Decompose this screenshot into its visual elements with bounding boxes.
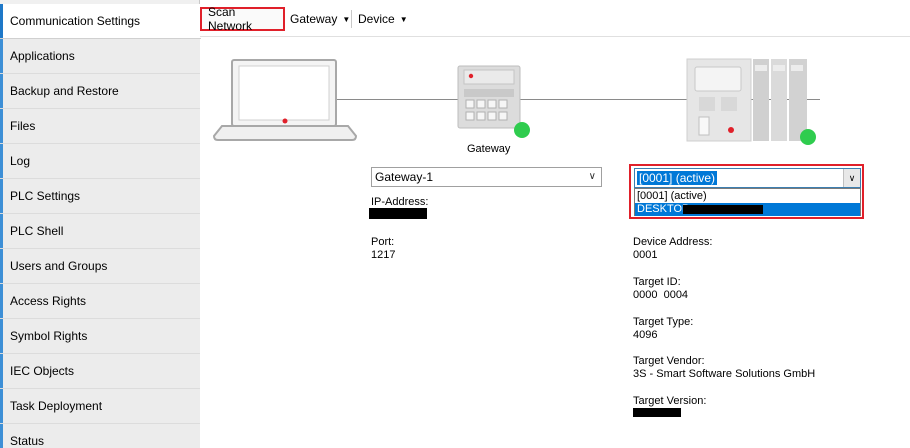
sidebar-item-label: Backup and Restore (10, 84, 119, 98)
sidebar-item-label: PLC Shell (10, 224, 64, 238)
caret-down-icon: ▼ (342, 14, 351, 24)
toolbar: Scan Network Gateway ▼ Device ▼ (200, 0, 910, 37)
sidebar-item-iec-objects[interactable]: IEC Objects (0, 354, 200, 389)
device-menu-button[interactable]: Device ▼ (352, 7, 414, 31)
sidebar-item-plc-shell[interactable]: PLC Shell (0, 214, 200, 249)
target-id-value: 0000 0004 (633, 289, 689, 301)
port-value: 1217 (371, 249, 396, 261)
sidebar-item-files[interactable]: Files (0, 109, 200, 144)
sidebar-item-label: Files (10, 119, 36, 133)
device-option-highlighted[interactable]: DESKTOP- (635, 203, 860, 216)
device-address-label: Device Address: (633, 236, 713, 248)
gateway-menu-button[interactable]: Gateway ▼ (284, 7, 356, 31)
gateway-device-icon (457, 65, 521, 129)
sidebar-item-users-and-groups[interactable]: Users and Groups (0, 249, 200, 284)
sidebar-item-label: Users and Groups (10, 259, 108, 273)
sidebar-item-access-rights[interactable]: Access Rights (0, 284, 200, 319)
sidebar-item-label: IEC Objects (10, 364, 75, 378)
redacted-target-version (633, 408, 681, 417)
sidebar-item-communication-settings[interactable]: Communication Settings (0, 4, 201, 39)
sidebar-item-backup-and-restore[interactable]: Backup and Restore (0, 74, 200, 109)
redacted-device-name (683, 205, 763, 214)
target-type-value: 4096 (633, 329, 658, 341)
caret-down-icon: ▼ (399, 14, 408, 24)
sidebar-item-symbol-rights[interactable]: Symbol Rights (0, 319, 200, 354)
sidebar-item-log[interactable]: Log (0, 144, 200, 179)
sidebar-item-label: Status (10, 434, 45, 448)
gateway-menu-label: Gateway (290, 12, 338, 26)
device-dropdown-highlight: [0001] (active) ∨ [0001] (active) DESKTO… (629, 164, 864, 219)
device-menu-label: Device (358, 12, 395, 26)
sidebar-item-label: PLC Settings (10, 189, 81, 203)
gateway-select[interactable]: Gateway-1 ∨ (371, 167, 602, 187)
plc-device-icon (686, 58, 807, 142)
target-vendor-label: Target Vendor: (633, 355, 705, 367)
sidebar-item-plc-settings[interactable]: PLC Settings (0, 179, 200, 214)
sidebar-item-label: Applications (10, 49, 75, 63)
device-select-value: [0001] (active) (637, 171, 718, 185)
sidebar-item-applications[interactable]: Applications (0, 39, 200, 74)
sidebar-item-label: Task Deployment (10, 399, 103, 413)
target-id-label: Target ID: (633, 276, 681, 288)
device-select[interactable]: [0001] (active) ∨ (634, 168, 861, 188)
laptop-icon (212, 59, 358, 141)
plc-status-icon (800, 129, 816, 145)
sidebar-item-label: Access Rights (10, 294, 87, 308)
sidebar-item-label: Log (10, 154, 31, 168)
target-vendor-value: 3S - Smart Software Solutions GmbH (633, 368, 816, 380)
gateway-status-icon (514, 122, 530, 138)
sidebar-item-status[interactable]: Status (0, 424, 200, 448)
target-type-label: Target Type: (633, 316, 694, 328)
gateway-caption: Gateway (467, 143, 511, 155)
scan-network-button[interactable]: Scan Network (200, 5, 285, 33)
chevron-down-icon: ∨ (588, 171, 596, 182)
sidebar: Communication Settings Applications Back… (0, 0, 201, 448)
sidebar-item-label: Communication Settings (10, 14, 141, 28)
device-option[interactable]: [0001] (active) (635, 190, 860, 203)
device-address-value: 0001 (633, 249, 658, 261)
redacted-ip-value (369, 208, 427, 219)
device-options-list: [0001] (active) DESKTOP- (634, 188, 861, 216)
sidebar-item-task-deployment[interactable]: Task Deployment (0, 389, 200, 424)
gateway-select-value: Gateway-1 (375, 170, 434, 184)
sidebar-item-label: Symbol Rights (10, 329, 88, 343)
port-label: Port: (371, 236, 395, 248)
chevron-down-icon[interactable]: ∨ (843, 169, 860, 187)
target-version-label: Target Version: (633, 395, 707, 407)
